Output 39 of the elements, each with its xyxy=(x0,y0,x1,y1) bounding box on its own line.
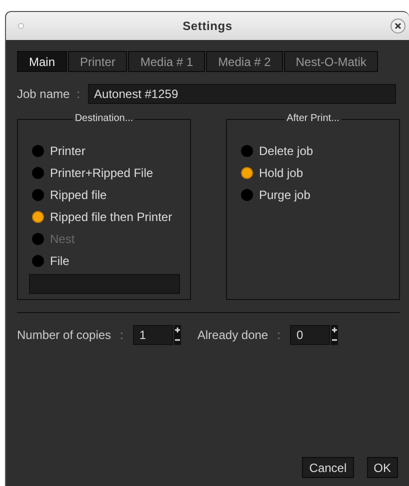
radio-button[interactable] xyxy=(32,211,44,223)
radio-button[interactable] xyxy=(32,255,44,267)
spinner-icon[interactable] xyxy=(174,324,182,344)
field-label: Already done xyxy=(197,326,268,344)
radio-button[interactable] xyxy=(241,167,253,179)
radio-button[interactable] xyxy=(32,189,44,201)
spinner-icon[interactable] xyxy=(331,324,338,344)
separator-colon: : xyxy=(76,86,80,103)
number-field[interactable]: 1 xyxy=(133,324,174,344)
option-label: Printer+Ripped File xyxy=(50,165,154,182)
tab[interactable]: Media # 1 xyxy=(128,51,206,72)
job-name-field[interactable]: Autonest #1259 xyxy=(88,84,396,104)
window-title: Settings xyxy=(182,18,232,35)
option-label: File xyxy=(50,253,70,270)
option-label: Nest xyxy=(50,231,75,248)
cancel-button[interactable]: Cancel xyxy=(302,457,354,478)
tab[interactable]: Nest-O-Matik xyxy=(284,51,378,72)
radio-button[interactable] xyxy=(241,189,253,201)
radio-button[interactable] xyxy=(241,145,253,157)
tab[interactable]: Media # 2 xyxy=(206,51,283,72)
radio-button[interactable] xyxy=(32,145,44,157)
file-path-field[interactable] xyxy=(29,274,180,294)
separator-colon: : xyxy=(120,326,124,344)
number-field[interactable]: 0 xyxy=(290,324,330,344)
tab[interactable]: Main xyxy=(17,51,68,72)
separator-colon: : xyxy=(277,326,280,344)
close-icon[interactable] xyxy=(390,18,406,34)
ok-button[interactable]: OK xyxy=(366,457,398,478)
option-label: Ripped file xyxy=(50,187,107,204)
option-label: Ripped file then Printer xyxy=(50,209,172,226)
option-label: Hold job xyxy=(259,165,304,182)
option-label: Printer xyxy=(50,143,86,160)
job-name-label: Job name xyxy=(17,86,70,103)
window-menu-icon[interactable] xyxy=(18,23,24,29)
tab[interactable]: Printer xyxy=(68,51,128,72)
option-label: Purge job xyxy=(259,187,310,204)
radio-button[interactable] xyxy=(32,167,44,179)
option-label: Delete job xyxy=(259,143,314,160)
field-label: Number of copies xyxy=(17,326,112,344)
